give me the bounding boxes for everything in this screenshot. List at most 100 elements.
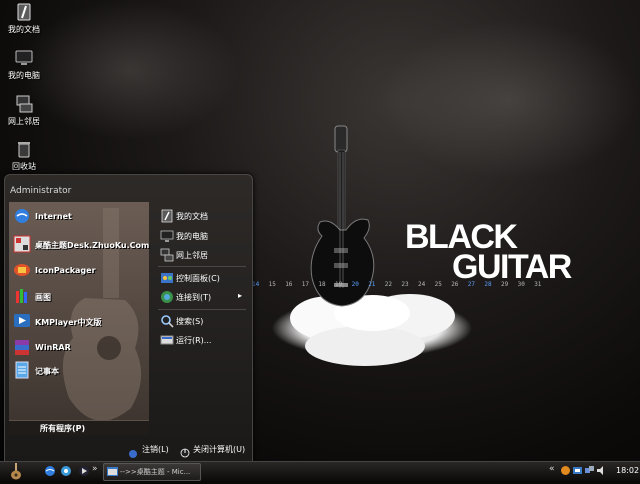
kmplayer-icon [14,314,30,327]
connect-to-icon [161,291,173,303]
quicklaunch-expand-icon[interactable]: » [92,464,98,474]
quicklaunch-browser-icon[interactable] [60,465,72,477]
wallpaper-date: 19 [335,281,343,288]
program-item-winrar[interactable]: WinRAR [8,337,148,359]
taskbar: » -->>桌酷主题 - Mic... « [0,461,640,481]
place-item-label: 连接到(T) [176,293,212,302]
wallpaper-date: 23 [401,281,409,288]
wallpaper-date: 18 [318,281,326,288]
wallpaper-date: 27 [467,281,476,288]
zhuoku-theme-icon [13,235,31,253]
program-item-notepad[interactable]: 记事本 [8,360,148,382]
run-icon [160,335,174,345]
wallpaper-date: 24 [418,281,426,288]
my-computer-icon [15,50,33,65]
program-item-label: Internet [35,212,72,221]
desktop-icon-my-documents[interactable]: 我的文档 [2,2,46,35]
tray-network-icon[interactable] [584,465,595,476]
wallpaper-date: 31 [534,281,542,288]
wallpaper-date: 21 [368,281,376,288]
tray-display-icon[interactable] [572,465,583,476]
tray-app-icon[interactable] [560,465,571,476]
paint-icon [16,289,27,303]
start-menu-username: Administrator [10,186,72,196]
program-item-label: 桌酷主题Desk.ZhuoKu.Com [35,241,150,250]
wallpaper-title-guitar: GUITAR [452,248,572,286]
wallpaper-date: 20 [351,281,359,288]
place-item-network-places[interactable]: 网上邻居 [160,247,250,265]
wallpaper-date: 26 [451,281,459,288]
taskbar-window-title: -->>桌酷主题 - Mic... [120,468,191,476]
wallpaper-date: 30 [517,281,525,288]
program-item-label: IconPackager [35,266,96,275]
network-places-icon [160,248,174,262]
place-item-connect-to[interactable]: 连接到(T) ▸ [160,289,250,307]
taskbar-window-button[interactable]: -->>桌酷主题 - Mic... [103,463,201,481]
notepad-icon [15,361,29,379]
shutdown-button[interactable]: 关闭计算机(U) [193,444,245,455]
wallpaper-date: 22 [384,281,393,288]
place-item-my-documents[interactable]: 我的文档 [160,208,250,226]
start-button[interactable] [6,463,26,480]
program-item-internet[interactable]: Internet [8,206,148,228]
desktop-icon-recycle-bin[interactable]: 回收站 [2,139,46,172]
wallpaper-date: 15 [268,281,276,288]
iconpackager-icon [14,264,30,276]
search-icon [161,315,174,328]
place-item-control-panel[interactable]: 控制面板(C) [160,270,250,288]
wallpaper-date: 25 [434,281,442,288]
program-item-label: 画图 [35,293,51,302]
all-programs-button[interactable]: 所有程序(P) [9,420,149,435]
quicklaunch-mediaplayer-icon[interactable] [78,465,90,477]
place-item-search[interactable]: 搜索(S) [160,313,250,331]
control-panel-icon [161,273,173,283]
logoff-button[interactable]: 注销(L) [142,444,169,455]
program-item-label: KMPlayer中文版 [35,318,102,327]
place-item-label: 我的电脑 [176,232,208,241]
place-item-label: 搜索(S) [176,317,204,326]
shutdown-icon [180,443,190,458]
internet-explorer-icon [15,209,29,223]
menu-divider [158,309,246,310]
place-item-label: 网上邻居 [176,251,208,260]
tray-expand-icon[interactable]: « [549,464,555,474]
desktop-icon-label: 我的文档 [8,25,40,34]
desktop-icon-label: 我的电脑 [8,71,40,80]
place-item-label: 我的文档 [176,212,208,221]
network-places-icon [16,95,33,113]
all-programs-label: 所有程序(P) [40,424,86,433]
menu-divider [158,266,246,267]
winrar-icon [15,340,29,355]
wallpaper-date: 28 [484,281,492,288]
wallpaper-cloud-haze-left [20,0,240,140]
desktop-icon-label: 网上邻居 [8,117,40,126]
place-item-label: 运行(R)... [176,336,212,345]
program-item-kmplayer[interactable]: KMPlayer中文版 [8,311,148,333]
logoff-icon [128,444,138,458]
desktop-icon-network-places[interactable]: 网上邻居 [2,94,46,127]
program-item-iconpackager[interactable]: IconPackager [8,260,148,282]
my-documents-icon [17,3,31,21]
explorer-window-icon [107,467,118,476]
program-item-label: WinRAR [35,343,71,352]
guitar-start-icon [11,463,21,480]
desktop-icon-label: 回收站 [12,162,36,171]
wallpaper-date: 29 [501,281,509,288]
program-item-label: 记事本 [35,367,59,376]
wallpaper-date-row: 14 15 16 17 18 19 20 21 22 23 24 25 26 27 28 29 30 31 [252,281,582,291]
wallpaper-date: 17 [301,281,310,288]
wallpaper-date: 16 [285,281,293,288]
taskbar-clock: 18:02 [616,466,640,475]
place-item-label: 控制面板(C) [176,274,220,283]
my-computer-icon [160,230,174,242]
program-item-paint[interactable]: 画图 [8,286,148,308]
program-item-zhuoku[interactable]: 桌酷主题Desk.ZhuoKu.Com [8,234,150,256]
place-item-my-computer[interactable]: 我的电脑 [160,228,250,246]
quicklaunch-ie-icon[interactable] [44,465,56,477]
wallpaper-date: 14 [252,281,260,288]
tray-volume-icon[interactable] [596,465,607,476]
submenu-arrow-icon: ▸ [238,291,243,300]
recycle-bin-icon [18,142,30,158]
desktop-icon-my-computer[interactable]: 我的电脑 [2,48,46,81]
place-item-run[interactable]: 运行(R)... [160,332,250,350]
